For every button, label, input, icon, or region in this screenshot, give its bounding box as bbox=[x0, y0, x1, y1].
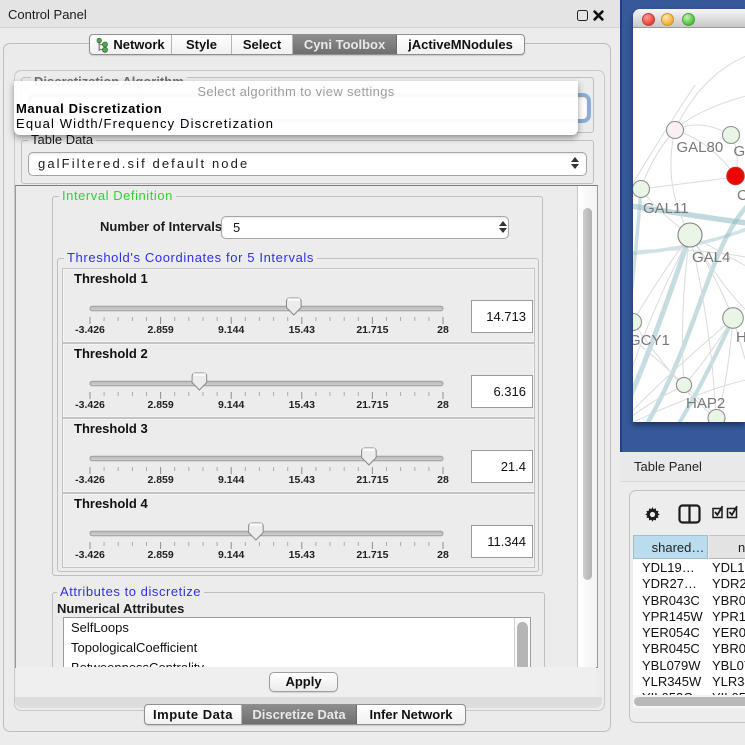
svg-text:GAL11: GAL11 bbox=[643, 200, 689, 217]
svg-text:15.43: 15.43 bbox=[289, 474, 315, 486]
svg-text:CD: CD bbox=[737, 187, 745, 204]
svg-text:9.144: 9.144 bbox=[218, 549, 244, 561]
svg-text:2.859: 2.859 bbox=[147, 324, 173, 336]
svg-text:9.144: 9.144 bbox=[218, 474, 244, 486]
svg-text:-3.426: -3.426 bbox=[75, 324, 105, 336]
svg-text:15.43: 15.43 bbox=[289, 549, 315, 561]
svg-text:28: 28 bbox=[437, 399, 449, 411]
svg-text:28: 28 bbox=[437, 324, 449, 336]
svg-text:GCY1: GCY1 bbox=[633, 332, 670, 349]
svg-text:2.859: 2.859 bbox=[147, 549, 173, 561]
svg-text:-3.426: -3.426 bbox=[75, 399, 105, 411]
svg-text:HAP2: HAP2 bbox=[686, 395, 725, 412]
svg-text:15.43: 15.43 bbox=[289, 324, 315, 336]
svg-text:21.715: 21.715 bbox=[356, 474, 388, 486]
svg-text:15.43: 15.43 bbox=[289, 399, 315, 411]
svg-text:-3.426: -3.426 bbox=[75, 549, 105, 561]
svg-text:28: 28 bbox=[437, 474, 449, 486]
svg-text:28: 28 bbox=[437, 549, 449, 561]
svg-text:21.715: 21.715 bbox=[356, 399, 388, 411]
svg-text:GA: GA bbox=[734, 143, 745, 160]
svg-text:GAL4: GAL4 bbox=[692, 249, 730, 266]
svg-text:21.715: 21.715 bbox=[356, 549, 388, 561]
svg-text:2.859: 2.859 bbox=[147, 474, 173, 486]
svg-text:-3.426: -3.426 bbox=[75, 474, 105, 486]
svg-text:9.144: 9.144 bbox=[218, 324, 244, 336]
svg-text:GAL80: GAL80 bbox=[677, 139, 724, 156]
svg-text:HA: HA bbox=[736, 329, 745, 346]
svg-text:9.144: 9.144 bbox=[218, 399, 244, 411]
svg-text:2.859: 2.859 bbox=[147, 399, 173, 411]
svg-text:21.715: 21.715 bbox=[356, 324, 388, 336]
